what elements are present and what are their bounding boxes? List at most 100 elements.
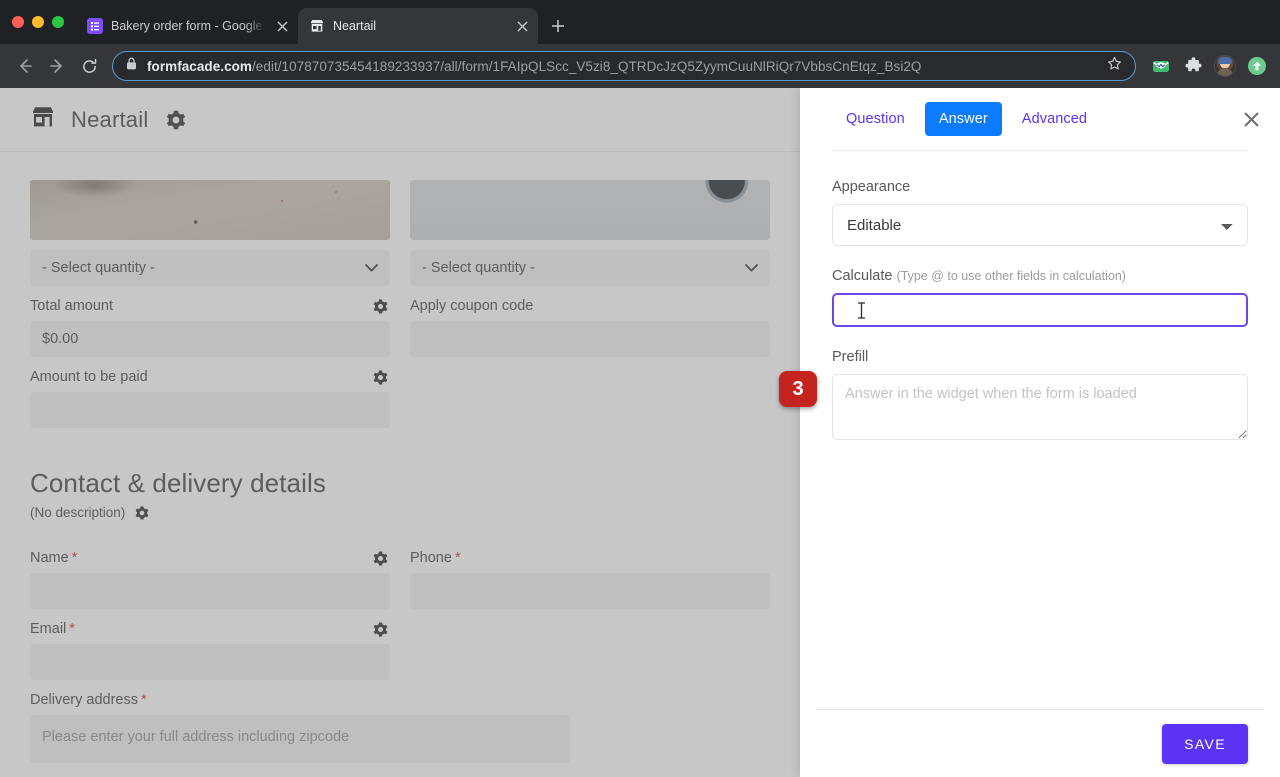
tab-title: Bakery order form - Google For [111, 19, 266, 33]
tab-advanced[interactable]: Advanced [1008, 102, 1101, 136]
tab-question[interactable]: Question [832, 102, 919, 136]
field-label-row: Total amount [30, 298, 390, 314]
save-button[interactable]: SAVE [1162, 723, 1248, 764]
appearance-select[interactable]: Editable Read only Hidden [832, 204, 1248, 246]
calculate-input[interactable] [832, 293, 1248, 327]
prefill-label: Prefill [832, 349, 869, 365]
field-phone: Phone * [410, 550, 770, 609]
panel-header: Question Answer Advanced [800, 88, 1280, 150]
field-apply-coupon-code: Apply coupon code [410, 298, 770, 357]
product-image [30, 180, 390, 240]
field-value-phone[interactable] [410, 573, 770, 609]
maximize-window-button[interactable] [52, 16, 64, 28]
quantity-select-left[interactable]: - Select quantity - [30, 250, 390, 286]
close-icon[interactable] [1238, 106, 1264, 132]
profile-avatar[interactable] [1212, 53, 1238, 79]
url-text: formfacade.com/edit/10787073545418923393… [147, 59, 1098, 74]
field-label-row: Phone * [410, 550, 770, 566]
calculate-hint: (Type @ to use other fields in calculati… [896, 269, 1126, 283]
contact-column-left: Name * Email * [30, 550, 390, 692]
field-value-total-amount[interactable]: $0.00 [30, 321, 390, 357]
avatar [1214, 55, 1236, 77]
install-app-icon[interactable] [1244, 53, 1270, 79]
field-label: Name * [30, 550, 78, 566]
tab-answer[interactable]: Answer [924, 102, 1002, 136]
close-tab-icon[interactable] [514, 18, 530, 34]
star-icon[interactable] [1107, 56, 1123, 76]
browser-tab-bakery-order-form[interactable]: Bakery order form - Google For [76, 8, 298, 44]
calculate-label-text: Calculate [832, 268, 893, 284]
close-tab-icon[interactable] [274, 18, 290, 34]
panel-body: Appearance Editable Read only Hidden Cal… [800, 151, 1280, 709]
extensions-puzzle-icon[interactable] [1180, 53, 1206, 79]
product-image [410, 180, 770, 240]
field-total-amount: Total amount $0.00 [30, 298, 390, 357]
close-window-button[interactable] [12, 16, 24, 28]
brand[interactable]: Neartail [30, 104, 148, 135]
back-icon[interactable] [10, 51, 40, 81]
form-column-left: - Select quantity - Total amount $0.00 A… [30, 180, 390, 440]
field-amount-to-be-paid: Amount to be paid [30, 369, 390, 428]
panel-tabs: Question Answer Advanced [832, 102, 1238, 136]
panel-footer: SAVE [816, 709, 1264, 777]
new-tab-button[interactable] [544, 12, 572, 40]
step-number-badge: 3 [779, 371, 817, 407]
storefront-icon [309, 18, 325, 34]
gear-icon[interactable] [373, 299, 388, 314]
window-controls [8, 0, 76, 44]
answer-settings-panel: Question Answer Advanced Appearance Edit… [800, 88, 1280, 777]
prefill-textarea[interactable] [832, 374, 1248, 440]
required-mark: * [71, 550, 78, 566]
field-email: Email * [30, 621, 390, 680]
gear-icon[interactable] [166, 110, 186, 130]
tab-strip: Bakery order form - Google For Neartail [0, 0, 1280, 44]
gear-icon[interactable] [373, 370, 388, 385]
storefront-icon [30, 104, 56, 135]
gear-icon[interactable] [373, 551, 388, 566]
quantity-select-value: - Select quantity - [422, 260, 535, 276]
required-mark: * [454, 550, 461, 566]
section-description: (No description) [30, 505, 126, 520]
form-column-right: - Select quantity - Apply coupon code [410, 180, 770, 440]
page-viewport: Neartail - Select quantity - Total amoun… [0, 88, 1280, 777]
field-label: Apply coupon code [410, 298, 534, 314]
field-placeholder-delivery-address[interactable]: Please enter your full address including… [30, 715, 570, 763]
quantity-select-value: - Select quantity - [42, 260, 155, 276]
field-label-row: Name * [30, 550, 390, 566]
mail-icon[interactable] [1148, 53, 1174, 79]
field-value-email[interactable] [30, 644, 390, 680]
appearance-label: Appearance [832, 179, 911, 195]
field-value-name[interactable] [30, 573, 390, 609]
field-label: Amount to be paid [30, 369, 148, 385]
field-label-row: Apply coupon code [410, 298, 770, 314]
url-domain: formfacade.com [147, 58, 252, 74]
gear-icon[interactable] [135, 505, 149, 520]
brand-name: Neartail [71, 106, 149, 132]
field-delivery-address: Delivery address * Please enter your full… [30, 692, 570, 763]
tab-title: Neartail [333, 19, 377, 33]
reload-icon[interactable] [74, 51, 104, 81]
forward-icon[interactable] [42, 51, 72, 81]
field-name: Name * [30, 550, 390, 609]
quantity-select-right[interactable]: - Select quantity - [410, 250, 770, 286]
field-label-row: Delivery address * [30, 692, 570, 708]
calculate-input-wrap [832, 293, 1248, 349]
calculate-label: Calculate (Type @ to use other fields in… [832, 268, 1248, 284]
google-forms-icon [87, 18, 103, 34]
required-mark: * [69, 621, 75, 637]
minimize-window-button[interactable] [32, 16, 44, 28]
lock-icon [126, 57, 138, 75]
field-label-row: Email * [30, 621, 390, 637]
contact-column-right: Phone * [410, 550, 770, 692]
browser-window: Bakery order form - Google For Neartail [0, 0, 1280, 777]
address-bar[interactable]: formfacade.com/edit/10787073545418923393… [112, 51, 1136, 81]
field-value-amount-to-be-paid[interactable] [30, 392, 390, 428]
field-label: Email * [30, 621, 75, 637]
field-label: Total amount [30, 298, 114, 314]
browser-toolbar: formfacade.com/edit/10787073545418923393… [0, 44, 1280, 88]
field-value-apply-coupon-code[interactable] [410, 321, 770, 357]
field-label-row: Amount to be paid [30, 369, 390, 385]
gear-icon[interactable] [373, 622, 388, 637]
browser-tab-neartail[interactable]: Neartail [298, 8, 538, 44]
required-mark: * [141, 692, 147, 708]
